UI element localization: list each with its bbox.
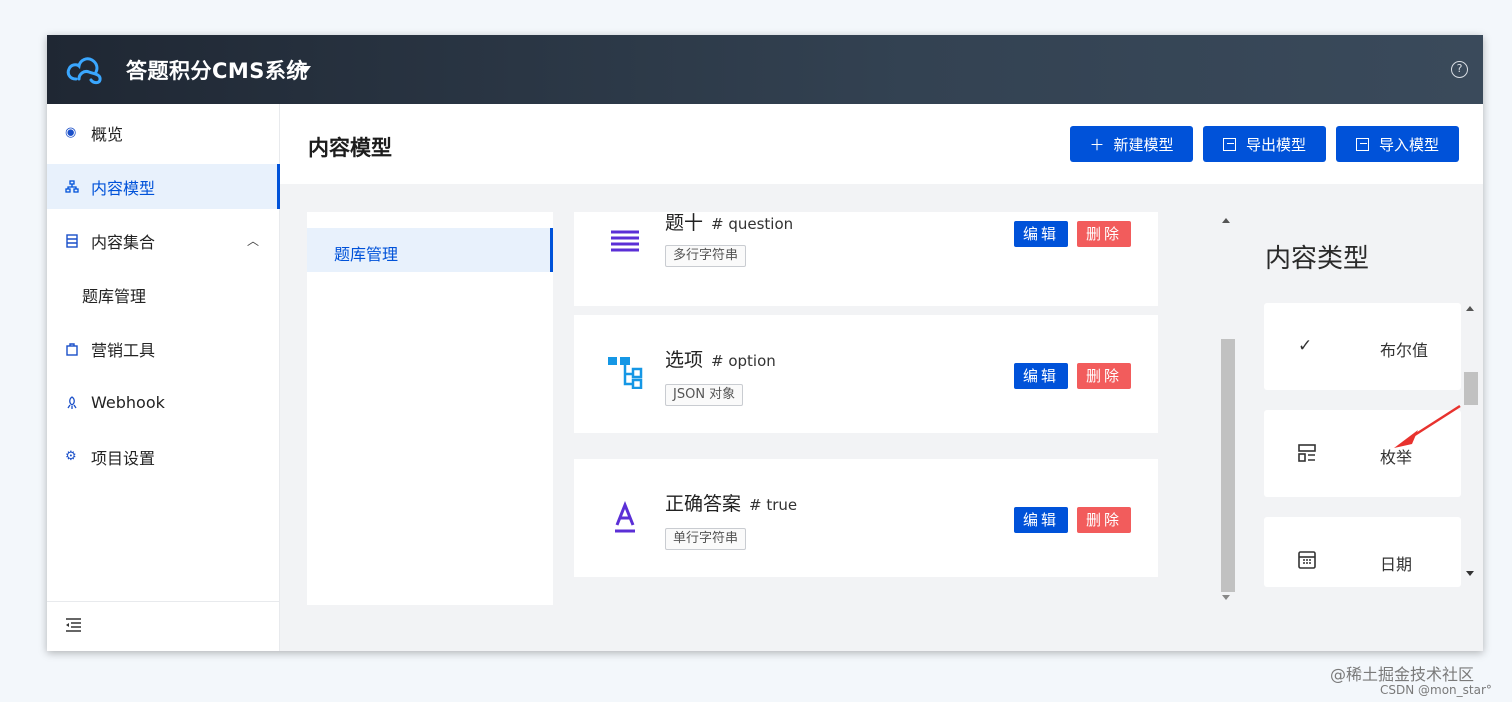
gear-icon: ⚙ — [65, 448, 77, 464]
type-card-date[interactable]: 日期 — [1264, 517, 1461, 587]
model-list: 题库管理 — [307, 212, 553, 605]
collapse-menu-icon[interactable] — [65, 618, 82, 632]
scrollbar-thumb[interactable] — [1221, 339, 1235, 592]
field-card: 题十 # question 多行字符串 编辑 删除 — [574, 212, 1158, 306]
new-model-button[interactable]: ＋ 新建模型 — [1070, 126, 1193, 162]
cloud-logo-icon[interactable] — [65, 53, 105, 85]
annotation-arrow-icon — [1394, 404, 1461, 448]
field-type-tag: 多行字符串 — [665, 245, 747, 267]
edit-button[interactable]: 编辑 — [1014, 507, 1068, 533]
eye-icon: ◉ — [65, 124, 77, 140]
field-name: 正确答案 # true — [665, 493, 798, 515]
field-type-tag: 单行字符串 — [665, 528, 747, 550]
sidebar-item-overview[interactable]: ◉ 概览 — [47, 110, 280, 155]
app-window: 答题积分CMS系统 ? ◉ 概览 内容模型 内容集合 ︿ 题库管理 营销工具 W… — [47, 35, 1483, 651]
field-type-tag: JSON 对象 — [665, 384, 744, 406]
sidebar-item-webhook[interactable]: Webhook — [47, 380, 280, 425]
chevron-up-icon[interactable]: ︿ — [247, 232, 259, 249]
bag-icon — [65, 342, 79, 356]
type-label: 日期 — [1380, 555, 1413, 574]
app-title[interactable]: 答题积分CMS系统 — [126, 55, 308, 85]
import-model-button[interactable]: 导入模型 — [1336, 126, 1459, 162]
delete-button[interactable]: 删除 — [1077, 363, 1131, 389]
scroll-up-icon[interactable] — [1222, 218, 1230, 223]
model-item-question-bank[interactable]: 题库管理 — [307, 228, 553, 272]
calendar-icon — [1298, 551, 1316, 569]
plus-icon: ＋ — [1089, 135, 1105, 154]
import-icon — [1355, 137, 1369, 151]
watermark-csdn: CSDN @mon_star° — [1380, 683, 1492, 697]
edit-button[interactable]: 编辑 — [1014, 221, 1068, 247]
field-list-scrollbar[interactable] — [1218, 212, 1235, 604]
sidebar-item-label: 题库管理 — [82, 286, 147, 306]
page-header: 内容模型 ＋ 新建模型 导出模型 导入模型 — [280, 104, 1483, 184]
sidebar-item-label: 营销工具 — [91, 340, 156, 360]
field-card: 选项 # option JSON 对象 编辑 删除 — [574, 315, 1158, 433]
new-model-label: 新建模型 — [1113, 135, 1174, 154]
model-item-label: 题库管理 — [334, 245, 399, 264]
sidebar-item-label: 内容集合 — [91, 232, 156, 252]
export-model-label: 导出模型 — [1245, 135, 1306, 154]
sidebar-item-content-collection[interactable]: 内容集合 ︿ — [47, 218, 280, 263]
webhook-icon — [65, 395, 79, 410]
scrollbar-thumb[interactable] — [1464, 372, 1478, 405]
multiline-text-icon — [611, 230, 639, 252]
enum-icon — [1298, 444, 1316, 462]
field-list: 题十 # question 多行字符串 编辑 删除 选项 # option JSON… — [574, 212, 1164, 592]
content-type-scrollbar[interactable] — [1462, 300, 1478, 580]
json-icon — [608, 357, 643, 389]
sidebar-item-marketing[interactable]: 营销工具 — [47, 326, 280, 371]
sidebar-footer — [47, 601, 280, 651]
sidebar-item-question-bank[interactable]: 题库管理 — [47, 272, 280, 317]
check-icon: ✓ — [1298, 336, 1313, 356]
content-type-title: 内容类型 — [1265, 244, 1370, 274]
help-icon[interactable]: ? — [1451, 61, 1468, 78]
sidebar-item-label: 项目设置 — [91, 448, 156, 468]
field-name: 选项 # option — [665, 349, 776, 371]
export-icon — [1222, 137, 1236, 151]
sidebar-item-label: 内容模型 — [91, 178, 156, 198]
sidebar-item-label: Webhook — [91, 393, 165, 412]
main-content: 内容模型 ＋ 新建模型 导出模型 导入模型 题库管理 题十 # question… — [280, 104, 1483, 651]
database-icon — [65, 233, 79, 248]
app-switch-caret-icon[interactable] — [299, 66, 311, 74]
sitemap-icon — [65, 179, 79, 194]
scroll-up-icon[interactable] — [1466, 306, 1474, 311]
edit-button[interactable]: 编辑 — [1014, 363, 1068, 389]
export-model-button[interactable]: 导出模型 — [1203, 126, 1326, 162]
page-title: 内容模型 — [308, 136, 392, 160]
sidebar-item-content-model[interactable]: 内容模型 — [47, 164, 280, 209]
watermark-juejin: @稀土掘金技术社区 — [1330, 665, 1475, 684]
type-card-boolean[interactable]: ✓ 布尔值 — [1264, 303, 1461, 390]
single-line-text-icon — [615, 500, 635, 533]
scroll-down-icon[interactable] — [1222, 595, 1230, 600]
field-card: 正确答案 # true 单行字符串 编辑 删除 — [574, 459, 1158, 577]
top-bar: 答题积分CMS系统 ? — [47, 35, 1483, 104]
sidebar-item-label: 概览 — [91, 124, 124, 144]
delete-button[interactable]: 删除 — [1077, 221, 1131, 247]
delete-button[interactable]: 删除 — [1077, 507, 1131, 533]
sidebar-item-settings[interactable]: ⚙ 项目设置 — [47, 434, 280, 479]
type-label: 布尔值 — [1380, 341, 1429, 360]
import-model-label: 导入模型 — [1378, 135, 1439, 154]
field-name: 题十 # question — [665, 212, 794, 234]
sidebar: ◉ 概览 内容模型 内容集合 ︿ 题库管理 营销工具 Webhook ⚙ 项目设… — [47, 104, 280, 651]
scroll-down-icon[interactable] — [1466, 571, 1474, 576]
